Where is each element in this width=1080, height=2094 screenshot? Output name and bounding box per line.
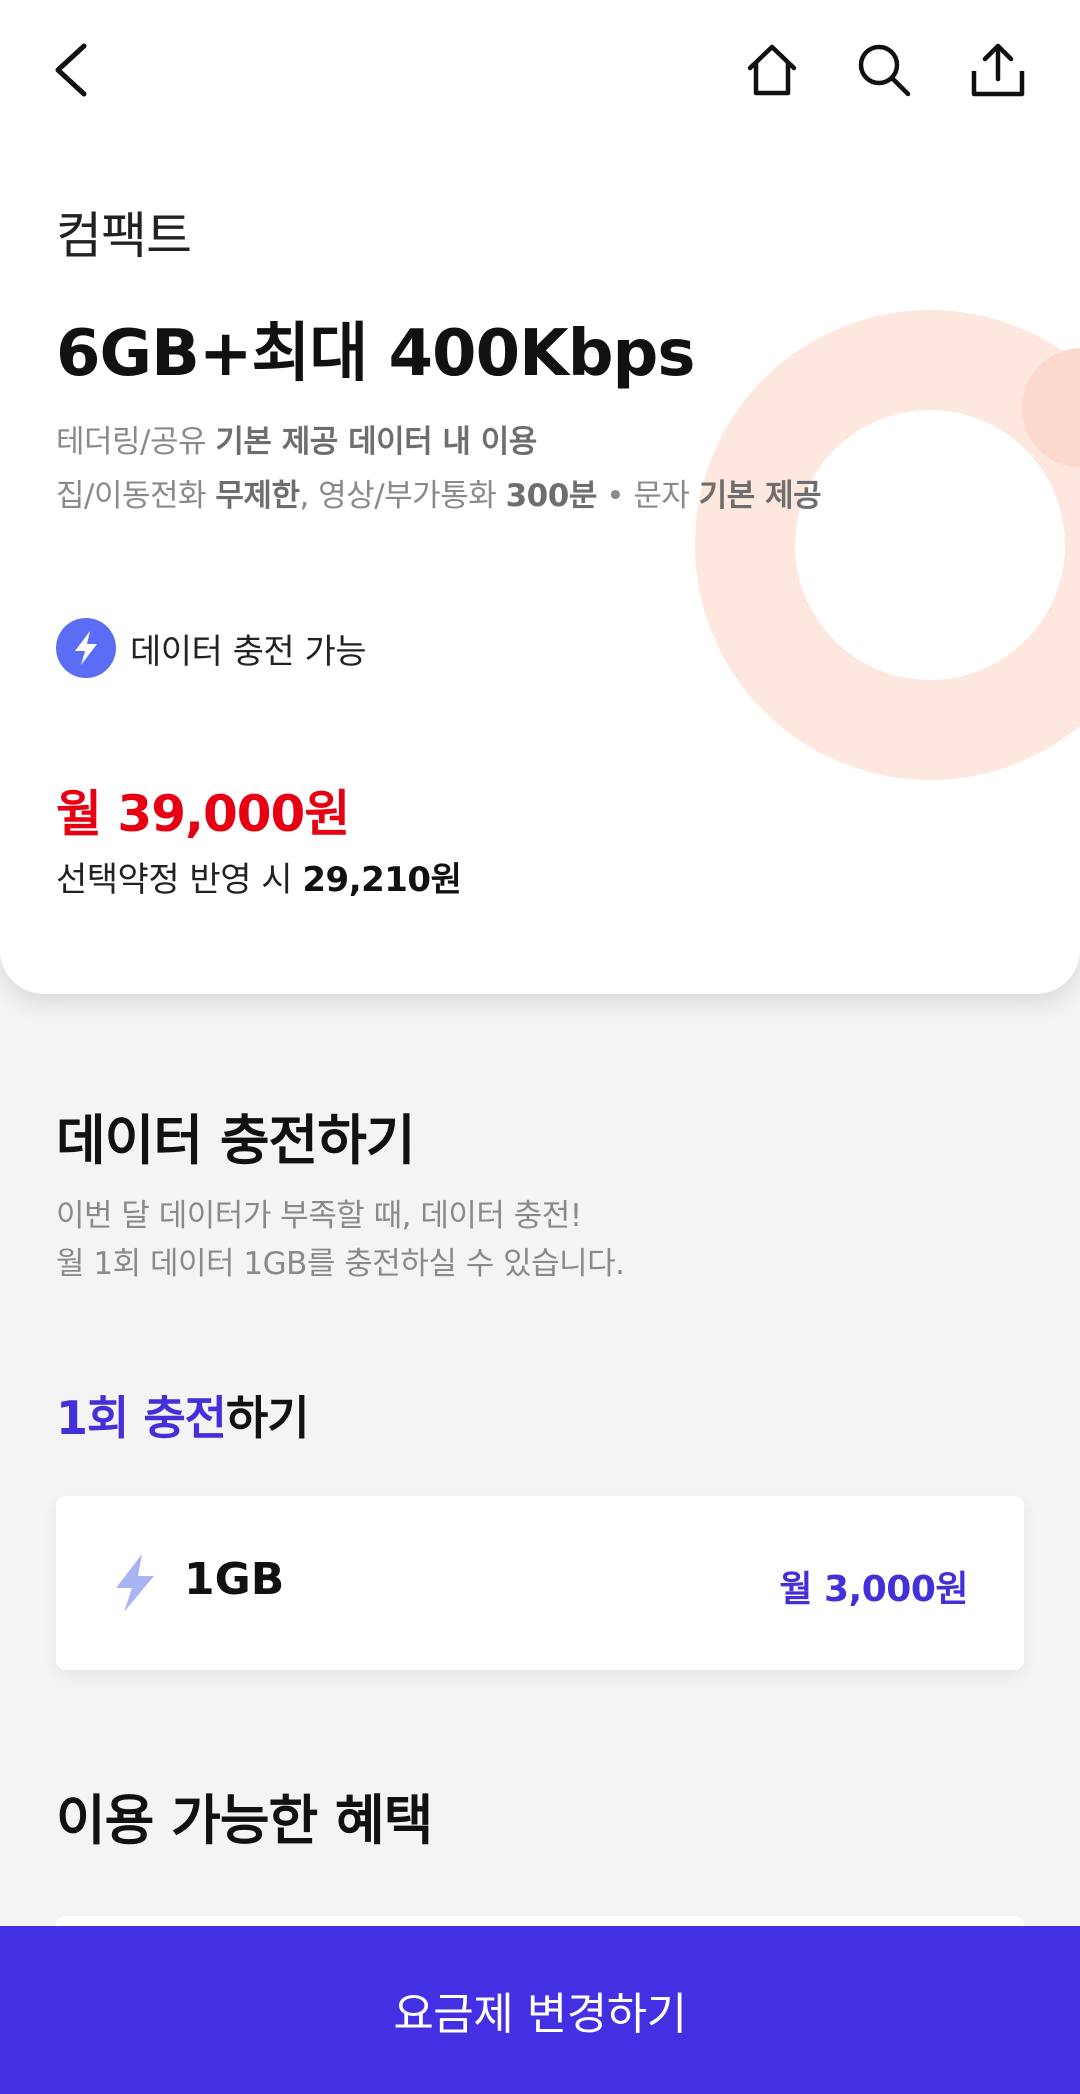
single-recharge-title: 1회 충전하기 [56,1391,310,1445]
discount-price: 선택약정 반영 시 29,210원 [56,860,462,900]
plan-summary-card: 컴팩트 6GB+최대 400Kbps 테더링/공유 기본 제공 데이터 내 이용… [0,0,1080,994]
recharge-amount: 1GB [184,1554,285,1605]
recharge-section-title: 데이터 충전하기 [56,1109,416,1172]
benefits-section-title: 이용 가능한 혜택 [56,1789,433,1852]
back-button[interactable] [30,30,110,110]
monthly-price: 월 39,000원 [56,785,350,843]
recharge-option-1gb[interactable]: 1GB 월 3,000원 [56,1496,1024,1670]
recharge-description-line-1: 이번 달 데이터가 부족할 때, 데이터 충전! [56,1198,582,1234]
recharge-price: 월 3,000원 [779,1569,968,1610]
share-icon [971,43,1025,97]
share-button[interactable] [958,30,1038,110]
home-icon [747,44,797,96]
lightning-icon [116,1554,154,1612]
plan-description-line-2: 집/이동전화 무제한, 영상/부가통화 300분 • 문자 기본 제공 [56,478,822,514]
plan-detail-page: 컴팩트 6GB+최대 400Kbps 테더링/공유 기본 제공 데이터 내 이용… [0,0,1080,2094]
plan-title: 6GB+최대 400Kbps [56,317,695,391]
recharge-description-line-2: 월 1회 데이터 1GB를 충전하실 수 있습니다. [56,1246,625,1282]
chevron-left-icon [55,43,87,97]
lightning-icon [56,618,116,678]
badge-label: 데이터 충전 가능 [130,631,367,672]
search-icon [858,44,911,97]
change-plan-button[interactable]: 요금제 변경하기 [0,1926,1080,2094]
search-button[interactable] [844,30,924,110]
plan-name: 컴팩트 [56,207,192,265]
home-button[interactable] [732,30,812,110]
data-recharge-badge: 데이터 충전 가능 [56,618,367,678]
plan-description-line-1: 테더링/공유 기본 제공 데이터 내 이용 [56,424,537,460]
